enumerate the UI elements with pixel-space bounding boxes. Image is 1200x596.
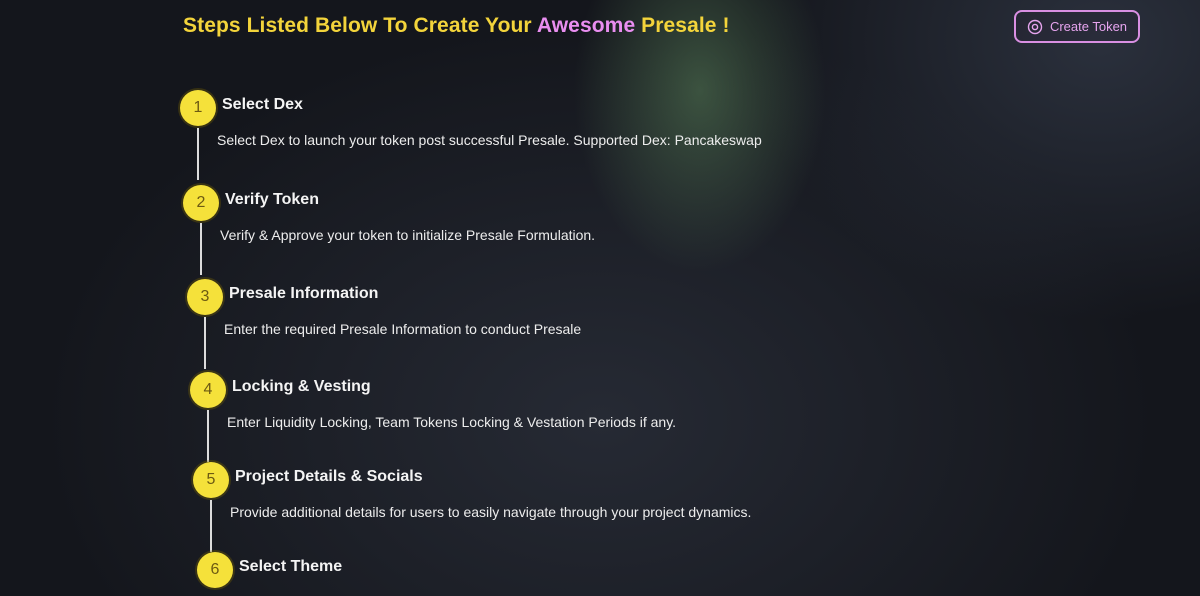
step-description: Verify & Approve your token to initializ… bbox=[220, 227, 596, 243]
step-description: Provide additional details for users to … bbox=[230, 504, 752, 520]
step-title: Presale Information bbox=[229, 285, 379, 302]
step-title: Project Details & Socials bbox=[235, 468, 423, 485]
page-title-suffix: Presale ! bbox=[635, 14, 730, 37]
page-title: Steps Listed Below To Create Your Awesom… bbox=[183, 14, 730, 38]
step-number-badge: 5 bbox=[193, 462, 229, 498]
step-number-badge: 3 bbox=[187, 279, 223, 315]
step-number-badge: 6 bbox=[197, 552, 233, 588]
create-token-button[interactable]: Create Token bbox=[1014, 10, 1140, 43]
step-connector-line bbox=[200, 223, 202, 275]
step-title: Locking & Vesting bbox=[232, 378, 371, 395]
step-description: Select Dex to launch your token post suc… bbox=[217, 132, 762, 148]
step-description: Enter the required Presale Information t… bbox=[224, 321, 582, 337]
step-description: Enter Liquidity Locking, Team Tokens Loc… bbox=[227, 414, 677, 430]
step-connector-line bbox=[204, 317, 206, 369]
step-title: Select Theme bbox=[239, 558, 343, 575]
gear-icon bbox=[1027, 19, 1043, 34]
step-number-badge: 1 bbox=[180, 90, 216, 126]
step-connector-line bbox=[207, 410, 209, 462]
step-number-badge: 4 bbox=[190, 372, 226, 408]
step-title: Verify Token bbox=[225, 191, 319, 208]
create-token-label: Create Token bbox=[1049, 19, 1128, 34]
step-title: Select Dex bbox=[222, 96, 303, 113]
step-connector-line bbox=[210, 500, 212, 552]
step-connector-line bbox=[197, 128, 199, 180]
page-title-accent: Awesome bbox=[536, 14, 636, 37]
step-number-badge: 2 bbox=[183, 185, 219, 221]
page-title-prefix: Steps Listed Below To Create Your bbox=[183, 14, 537, 37]
